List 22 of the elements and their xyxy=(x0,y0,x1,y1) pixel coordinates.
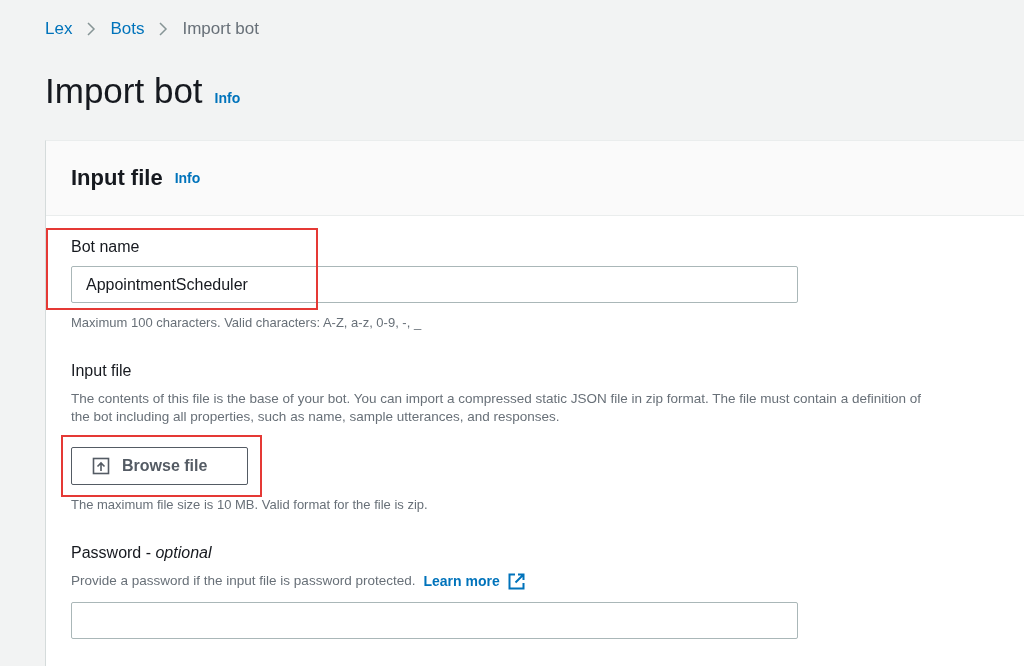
panel-title: Input file xyxy=(71,165,163,191)
field-hint: Maximum 100 characters. Valid characters: A-Z, a-z, 0-9, -, _ xyxy=(71,315,423,330)
field-label: Input file xyxy=(71,362,133,380)
bot-name-input[interactable]: AppointmentScheduler xyxy=(71,266,798,303)
chevron-right-icon xyxy=(158,21,169,37)
field-label: Password - optional xyxy=(71,544,213,562)
info-link[interactable]: Info xyxy=(174,170,201,186)
upload-icon xyxy=(92,457,110,475)
chevron-right-icon xyxy=(86,21,97,37)
browse-file-button[interactable]: Browse file xyxy=(71,447,248,485)
breadcrumb-current: Import bot xyxy=(182,19,259,39)
page-title: Import bot xyxy=(45,71,203,111)
learn-more-link[interactable]: Learn more xyxy=(423,573,500,589)
breadcrumb-link[interactable]: Bots xyxy=(110,19,145,39)
info-link[interactable]: Info xyxy=(214,90,241,106)
field-hint: The maximum file size is 10 MB. Valid format for the file is zip. xyxy=(71,497,429,512)
password-input[interactable] xyxy=(71,602,798,639)
field-label: Bot name xyxy=(71,238,141,256)
breadcrumb-link[interactable]: Lex xyxy=(45,19,73,39)
external-link-icon xyxy=(507,572,525,590)
field-description: The contents of this file is the base of your bot. You can import a compressed static JSON file in zip format. The file must contain a definition of the bot including all properties, such as name, sample utterances, and responses. xyxy=(71,390,921,426)
field-description: Provide a password if the input file is password protected. xyxy=(71,572,416,590)
